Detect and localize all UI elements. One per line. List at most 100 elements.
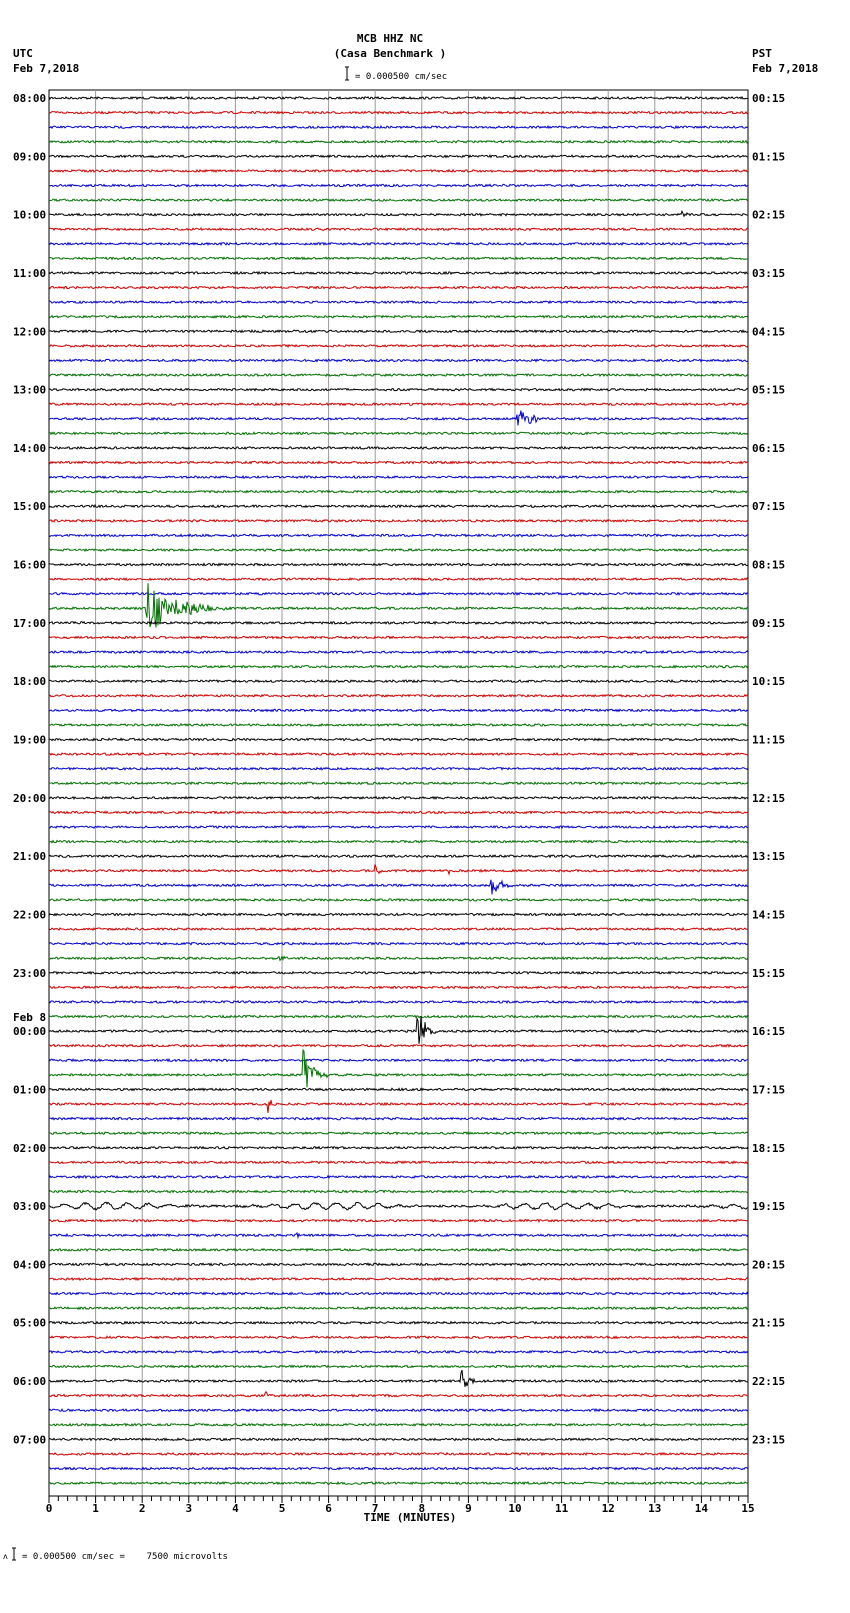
pst-hour-label: 05:15 — [752, 384, 785, 397]
seismic-trace — [48, 912, 749, 917]
date-change-label: Feb 8 — [13, 1011, 46, 1024]
utc-hour-label: 17:00 — [13, 617, 46, 630]
seismic-trace — [48, 1262, 749, 1267]
pst-hour-label: 16:15 — [752, 1025, 785, 1038]
seismic-trace — [48, 256, 749, 261]
seismic-trace — [48, 1087, 749, 1092]
pst-hour-label: 02:15 — [752, 209, 785, 222]
seismic-trace — [48, 431, 749, 436]
seismic-trace — [48, 576, 749, 582]
seismic-trace — [48, 1390, 749, 1398]
left-timezone: UTC — [13, 47, 33, 60]
helicorder-chart: MCB HHZ NC (Casa Benchmark ) UTC Feb 7,2… — [3, 32, 818, 1562]
pst-hour-label: 10:15 — [752, 675, 785, 688]
seismic-trace — [48, 620, 749, 626]
x-tick-label: 14 — [695, 1502, 709, 1515]
scale-bar-icon — [345, 66, 349, 81]
pst-hour-label: 00:15 — [752, 92, 785, 105]
seismic-trace — [48, 1437, 749, 1442]
x-tick-label: 3 — [185, 1502, 192, 1515]
seismic-trace — [48, 197, 749, 203]
seismic-trace — [48, 679, 749, 684]
utc-hour-label: 08:00 — [13, 92, 46, 105]
seismic-trace — [48, 1099, 749, 1114]
pst-hour-label: 14:15 — [752, 908, 785, 921]
pst-hour-label: 22:15 — [752, 1375, 785, 1388]
seismic-trace — [49, 1145, 749, 1150]
seismic-trace — [48, 227, 749, 232]
pst-hour-label: 01:15 — [752, 150, 785, 163]
seismic-trace — [48, 1043, 749, 1048]
seismic-trace — [48, 970, 749, 976]
utc-hour-label: 00:00 — [13, 1025, 46, 1038]
x-tick-label: 10 — [508, 1502, 521, 1515]
seismic-trace — [48, 139, 749, 144]
pst-hour-label: 21:15 — [752, 1317, 785, 1330]
seismic-trace — [48, 410, 749, 426]
x-tick-label: 11 — [555, 1502, 569, 1515]
seismic-trace — [48, 1014, 749, 1019]
utc-hour-label: 06:00 — [13, 1375, 46, 1388]
seismic-trace — [48, 1306, 749, 1311]
seismic-trace — [48, 270, 749, 276]
pst-hour-label: 04:15 — [752, 325, 785, 338]
seismic-trace — [48, 402, 749, 407]
seismic-trace — [48, 926, 749, 932]
seismic-trace — [48, 285, 749, 290]
x-axis-label: TIME (MINUTES) — [364, 1511, 457, 1524]
seismic-trace — [48, 737, 749, 742]
x-tick-label: 0 — [46, 1502, 53, 1515]
utc-hour-label: 09:00 — [13, 150, 46, 163]
seismic-trace — [48, 547, 749, 553]
seismic-trace — [48, 183, 749, 188]
utc-hour-label: 20:00 — [13, 792, 46, 805]
utc-hour-label: 16:00 — [13, 559, 46, 572]
seismic-trace — [48, 329, 749, 334]
seismic-trace — [48, 445, 749, 451]
seismic-trace — [48, 1247, 749, 1253]
seismic-trace — [48, 358, 749, 363]
pst-hour-label: 03:15 — [752, 267, 785, 280]
pst-hour-label: 20:15 — [752, 1258, 785, 1271]
seismic-trace — [48, 722, 749, 727]
utc-hour-label: 13:00 — [13, 384, 46, 397]
pst-hour-label: 08:15 — [752, 559, 785, 572]
seismic-trace — [48, 693, 749, 698]
utc-hour-label: 12:00 — [13, 325, 46, 338]
seismic-trace — [48, 343, 749, 349]
scale-label: = 0.000500 cm/sec — [355, 72, 447, 82]
utc-hour-label: 15:00 — [13, 500, 46, 513]
seismic-trace — [48, 533, 749, 538]
seismic-trace — [48, 999, 749, 1004]
seismic-trace — [48, 708, 749, 713]
seismic-trace — [48, 879, 749, 895]
utc-hour-label: 23:00 — [13, 967, 46, 980]
seismic-trace — [48, 1276, 749, 1282]
site-title: (Casa Benchmark ) — [334, 47, 447, 60]
seismic-trace — [48, 1408, 749, 1413]
seismic-trace — [48, 372, 749, 378]
seismic-trace — [48, 154, 749, 159]
seismic-trace — [48, 460, 749, 465]
seismic-trace — [48, 649, 749, 655]
seismic-trace — [48, 241, 749, 247]
seismic-trace — [48, 795, 749, 800]
x-tick-label: 15 — [741, 1502, 754, 1515]
x-tick-label: 6 — [325, 1502, 332, 1515]
seismic-trace — [48, 635, 749, 640]
utc-hour-label: 05:00 — [13, 1317, 46, 1330]
seismic-trace — [48, 1160, 749, 1165]
x-tick-label: 9 — [465, 1502, 472, 1515]
seismic-trace — [48, 489, 749, 494]
pst-hour-label: 15:15 — [752, 967, 785, 980]
pst-hour-label: 23:15 — [752, 1433, 785, 1446]
x-tick-label: 1 — [92, 1502, 99, 1515]
pst-hour-label: 18:15 — [752, 1142, 785, 1155]
seismic-trace — [48, 1320, 749, 1325]
utc-hour-label: 18:00 — [13, 675, 46, 688]
plot-frame — [48, 89, 749, 1497]
seismic-trace — [48, 766, 749, 771]
footer-prefix: ʌ — [3, 1552, 8, 1561]
x-tick-label: 5 — [279, 1502, 286, 1515]
pst-hour-label: 17:15 — [752, 1083, 785, 1096]
